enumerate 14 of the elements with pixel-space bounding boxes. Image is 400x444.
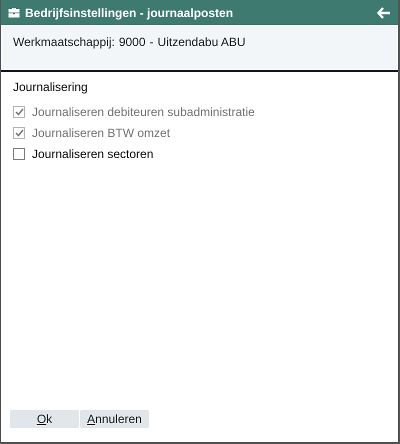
checkbox-option[interactable]: Journaliseren sectoren xyxy=(13,143,386,164)
checkmark-icon xyxy=(14,128,24,136)
ok-button[interactable]: Ok xyxy=(10,410,79,428)
separator-text: - xyxy=(150,34,154,51)
company-label: Werkmaatschappij: xyxy=(13,34,115,51)
company-name: Uitzendabu ABU xyxy=(158,34,246,51)
checkbox[interactable] xyxy=(13,148,25,160)
checkmark-icon xyxy=(14,108,24,116)
back-arrow-icon[interactable] xyxy=(377,6,391,18)
briefcase-icon xyxy=(8,7,20,18)
window-title: Bedrijfsinstellingen - journaalposten xyxy=(25,4,234,22)
section-title: Journalisering xyxy=(13,79,89,96)
company-code: 9000 xyxy=(118,34,146,51)
cancel-button[interactable]: Annuleren xyxy=(80,410,149,428)
